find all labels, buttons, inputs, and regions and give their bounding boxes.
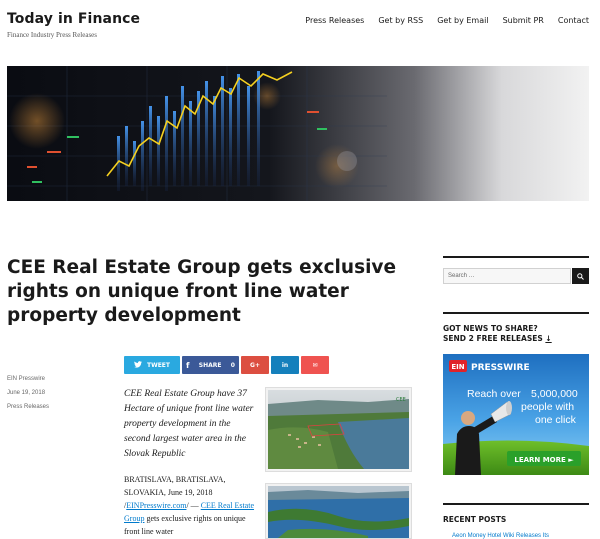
post-date[interactable]: June 19, 2018 xyxy=(7,390,49,397)
linkedin-label: in xyxy=(281,361,289,369)
nav-submit-pr[interactable]: Submit PR xyxy=(503,16,544,25)
category-link[interactable]: Press Releases xyxy=(7,404,49,411)
dash: / — xyxy=(186,501,201,510)
ad-brand-badge: EIN xyxy=(451,363,464,371)
ad-reach-number: 5,000,000 xyxy=(531,388,578,400)
article-photo-aerial[interactable]: CEE xyxy=(265,387,412,472)
header-image xyxy=(7,66,589,201)
recent-post-link[interactable]: Aeon Money Hotel Wiki Releases Its xyxy=(452,533,549,539)
entry-meta: EIN Presswire June 19, 2018 Press Releas… xyxy=(7,376,49,418)
sidebar-divider xyxy=(443,503,589,505)
site-description: Finance Industry Press Releases xyxy=(7,31,98,39)
sidebar-divider xyxy=(443,256,589,258)
news-heading: GOT NEWS TO SHARE? SEND 2 FREE RELEASES … xyxy=(443,324,589,344)
article-body: BRATISLAVA, BRATISLAVA, SLOVAKIA, June 1… xyxy=(124,473,259,538)
share-count: 0 xyxy=(230,361,235,369)
twitter-icon xyxy=(133,360,142,370)
ad-brand-name: PRESSWIRE xyxy=(471,363,530,373)
nav-get-by-rss[interactable]: Get by RSS xyxy=(378,16,423,25)
tweet-label: TWEET xyxy=(146,361,170,369)
news-heading-line2[interactable]: SEND 2 FREE RELEASES ↓ xyxy=(443,334,589,344)
nav-contact[interactable]: Contact xyxy=(558,16,589,25)
google-plus-label: G+ xyxy=(250,361,260,369)
facebook-icon: f xyxy=(186,360,190,370)
article-lead: CEE Real Estate Group have 37 Hectare of… xyxy=(124,389,254,459)
search-input[interactable]: Search … xyxy=(443,268,571,284)
tweet-button[interactable]: TWEET xyxy=(124,356,180,374)
sidebar-divider xyxy=(443,312,589,314)
site-title[interactable]: Today in Finance xyxy=(7,11,140,27)
search-icon xyxy=(577,272,584,280)
article-photo-lake[interactable] xyxy=(265,483,412,539)
linkedin-button[interactable]: in xyxy=(271,356,299,374)
article-title: CEE Real Estate Group gets exclusive rig… xyxy=(7,257,397,326)
recent-posts-heading: RECENT POSTS xyxy=(443,515,507,524)
ad-reach-line2: people with xyxy=(521,401,574,413)
news-heading-line1: GOT NEWS TO SHARE? xyxy=(443,324,538,333)
presswire-ad[interactable]: EIN PRESSWIRE Reach over 5,000,000 peopl… xyxy=(443,354,589,475)
photo-badge: CEE xyxy=(396,397,406,403)
down-arrow-icon: ↓ xyxy=(545,334,552,343)
einpresswire-link[interactable]: EINPresswire.com xyxy=(126,501,186,510)
share-bar: TWEET f SHARE 0 G+ in ✉ xyxy=(124,356,329,374)
google-plus-button[interactable]: G+ xyxy=(241,356,269,374)
nav-get-by-email[interactable]: Get by Email xyxy=(437,16,488,25)
email-share-button[interactable]: ✉ xyxy=(301,356,329,374)
author-link[interactable]: EIN Presswire xyxy=(7,376,49,383)
ad-reach-line3: one click xyxy=(535,414,577,426)
facebook-share-button[interactable]: f SHARE 0 xyxy=(182,356,239,374)
ad-reach-line1: Reach over xyxy=(467,388,521,400)
main-navigation: Press Releases Get by RSS Get by Email S… xyxy=(305,16,589,25)
share-label: SHARE xyxy=(198,361,222,369)
search-button[interactable] xyxy=(572,268,589,284)
ad-cta-button[interactable]: LEARN MORE ► xyxy=(514,456,574,464)
email-icon: ✉ xyxy=(312,361,318,369)
nav-press-releases[interactable]: Press Releases xyxy=(305,16,364,25)
